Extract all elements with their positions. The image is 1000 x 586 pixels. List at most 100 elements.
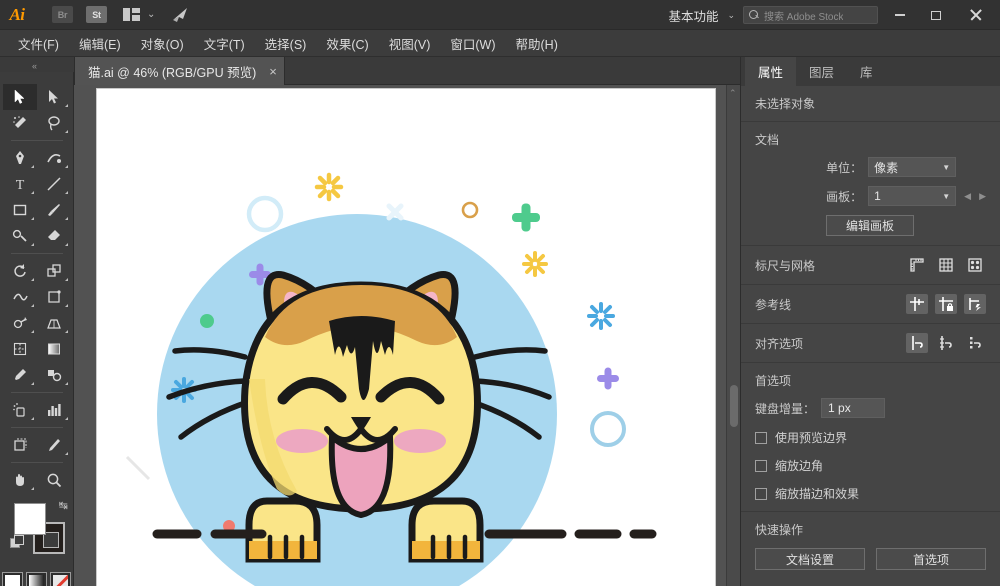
scale-corners-checkbox[interactable] (755, 459, 767, 472)
shape-builder-tool[interactable] (3, 310, 37, 336)
keyboard-increment-input[interactable]: 1 px (821, 398, 886, 418)
stock-search-input[interactable]: 搜索 Adobe Stock (743, 6, 878, 24)
workspace-switcher[interactable]: 基本功能 ⌄ (668, 0, 735, 30)
artboard-tool[interactable] (3, 432, 37, 458)
eraser-tool[interactable] (37, 223, 71, 249)
minimize-button[interactable] (882, 0, 918, 30)
unit-select[interactable]: 像素 ▼ (868, 157, 957, 177)
line-segment-tool[interactable] (37, 171, 71, 197)
canvas-vertical-scrollbar[interactable]: ⌃ (726, 85, 740, 586)
menu-edit[interactable]: 编辑(E) (69, 30, 131, 57)
slice-tool[interactable] (37, 432, 71, 458)
direct-selection-tool[interactable] (37, 84, 71, 110)
perspective-grid-tool[interactable] (37, 310, 71, 336)
discover-icon[interactable] (171, 7, 189, 23)
eyedropper-tool[interactable] (3, 362, 37, 388)
ring-blue-large (246, 195, 284, 233)
tools-grid: T (0, 84, 73, 493)
artboard[interactable] (96, 88, 716, 586)
chevron-down-icon: ▼ (942, 162, 951, 172)
scale-corners-row[interactable]: 缩放边角 (755, 457, 986, 474)
artboard-row: 画板： 1 ▼ ◀ ▶ (755, 186, 986, 206)
menu-object[interactable]: 对象(O) (131, 30, 194, 57)
edit-artboard-button[interactable]: 编辑画板 (826, 215, 914, 236)
gradient-tool[interactable] (37, 336, 71, 362)
show-transparency-grid-icon[interactable] (964, 255, 986, 275)
use-preview-bounds-checkbox[interactable] (755, 431, 767, 444)
scale-strokes-effects-row[interactable]: 缩放描边和效果 (755, 485, 986, 502)
preferences-button[interactable]: 首选项 (876, 548, 986, 570)
color-mode-button[interactable] (2, 572, 23, 586)
paintbrush-tool[interactable] (37, 197, 71, 223)
paw-right-pad (412, 541, 480, 559)
menu-window[interactable]: 窗口(W) (440, 30, 505, 57)
menu-type[interactable]: 文字(T) (194, 30, 255, 57)
hand-tool[interactable] (3, 467, 37, 493)
fill-swatch[interactable] (14, 503, 46, 535)
smart-guides-icon[interactable] (964, 294, 986, 314)
snap-to-pixel-icon[interactable] (964, 333, 986, 353)
blend-tool[interactable] (37, 362, 71, 388)
guides-section: 参考线 (741, 285, 1000, 324)
gradient-mode-button[interactable] (26, 572, 47, 586)
ring-blue-right (590, 411, 626, 447)
tongue (328, 430, 394, 519)
lasso-tool[interactable] (37, 110, 71, 136)
arrange-chevron-down-icon[interactable]: ⌄ (147, 9, 155, 20)
show-grid-icon[interactable] (935, 255, 957, 275)
chevron-down-icon: ▼ (942, 191, 951, 201)
type-tool[interactable]: T (3, 171, 37, 197)
arrange-documents-icon[interactable] (123, 8, 140, 21)
mesh-tool[interactable] (3, 336, 37, 362)
scale-tool[interactable] (37, 258, 71, 284)
scrollbar-thumb[interactable] (730, 385, 738, 427)
none-mode-button[interactable] (50, 572, 71, 586)
menu-select[interactable]: 选择(S) (255, 30, 317, 57)
document-tab[interactable]: 猫.ai @ 46% (RGB/GPU 预览) × (74, 57, 285, 85)
rotate-tool[interactable] (3, 258, 37, 284)
magic-wand-tool[interactable] (3, 110, 37, 136)
selection-tool[interactable] (2, 84, 37, 110)
show-guides-icon[interactable] (906, 294, 928, 314)
tab-libraries[interactable]: 库 (847, 57, 886, 86)
close-document-icon[interactable]: × (269, 65, 277, 78)
swap-fill-stroke-icon[interactable]: ↹ (59, 499, 68, 512)
menu-file[interactable]: 文件(F) (8, 30, 69, 57)
scroll-up-icon[interactable]: ⌃ (729, 88, 737, 99)
artboard-select[interactable]: 1 ▼ (868, 186, 957, 206)
previous-artboard-icon[interactable]: ◀ (964, 191, 971, 202)
pen-tool[interactable] (3, 145, 37, 171)
width-tool[interactable] (3, 284, 37, 310)
scale-strokes-effects-checkbox[interactable] (755, 487, 767, 500)
dot-green (200, 314, 214, 328)
menu-help[interactable]: 帮助(H) (506, 30, 568, 57)
default-fill-stroke-icon[interactable] (10, 535, 24, 548)
tab-layers[interactable]: 图层 (796, 57, 847, 86)
close-window-button[interactable] (958, 0, 994, 30)
use-preview-bounds-label: 使用预览边界 (775, 431, 848, 445)
snap-section: 对齐选项 (741, 324, 1000, 363)
bridge-icon[interactable]: Br (52, 6, 73, 23)
stock-icon[interactable]: St (86, 6, 107, 23)
zoom-tool[interactable] (37, 467, 71, 493)
maximize-button[interactable] (918, 0, 954, 30)
use-preview-bounds-row[interactable]: 使用预览边界 (755, 429, 986, 446)
snap-to-grid-icon[interactable] (935, 333, 957, 353)
menu-view[interactable]: 视图(V) (379, 30, 441, 57)
canvas-area[interactable] (74, 85, 740, 586)
snap-to-point-icon[interactable] (906, 333, 928, 353)
curvature-tool[interactable] (37, 145, 71, 171)
column-graph-tool[interactable] (37, 397, 71, 423)
artboard-label: 画板： (826, 189, 863, 204)
show-rulers-icon[interactable] (906, 255, 928, 275)
lock-guides-icon[interactable] (935, 294, 957, 314)
document-setup-button[interactable]: 文档设置 (755, 548, 865, 570)
rectangle-tool[interactable] (3, 197, 37, 223)
symbol-sprayer-tool[interactable] (3, 397, 37, 423)
menu-effect[interactable]: 效果(C) (316, 30, 378, 57)
tab-properties[interactable]: 属性 (745, 57, 797, 86)
free-transform-tool[interactable] (37, 284, 71, 310)
shaper-tool[interactable] (3, 223, 37, 249)
next-artboard-icon[interactable]: ▶ (979, 191, 986, 202)
collapse-toolbar-button[interactable]: « (4, 59, 64, 73)
